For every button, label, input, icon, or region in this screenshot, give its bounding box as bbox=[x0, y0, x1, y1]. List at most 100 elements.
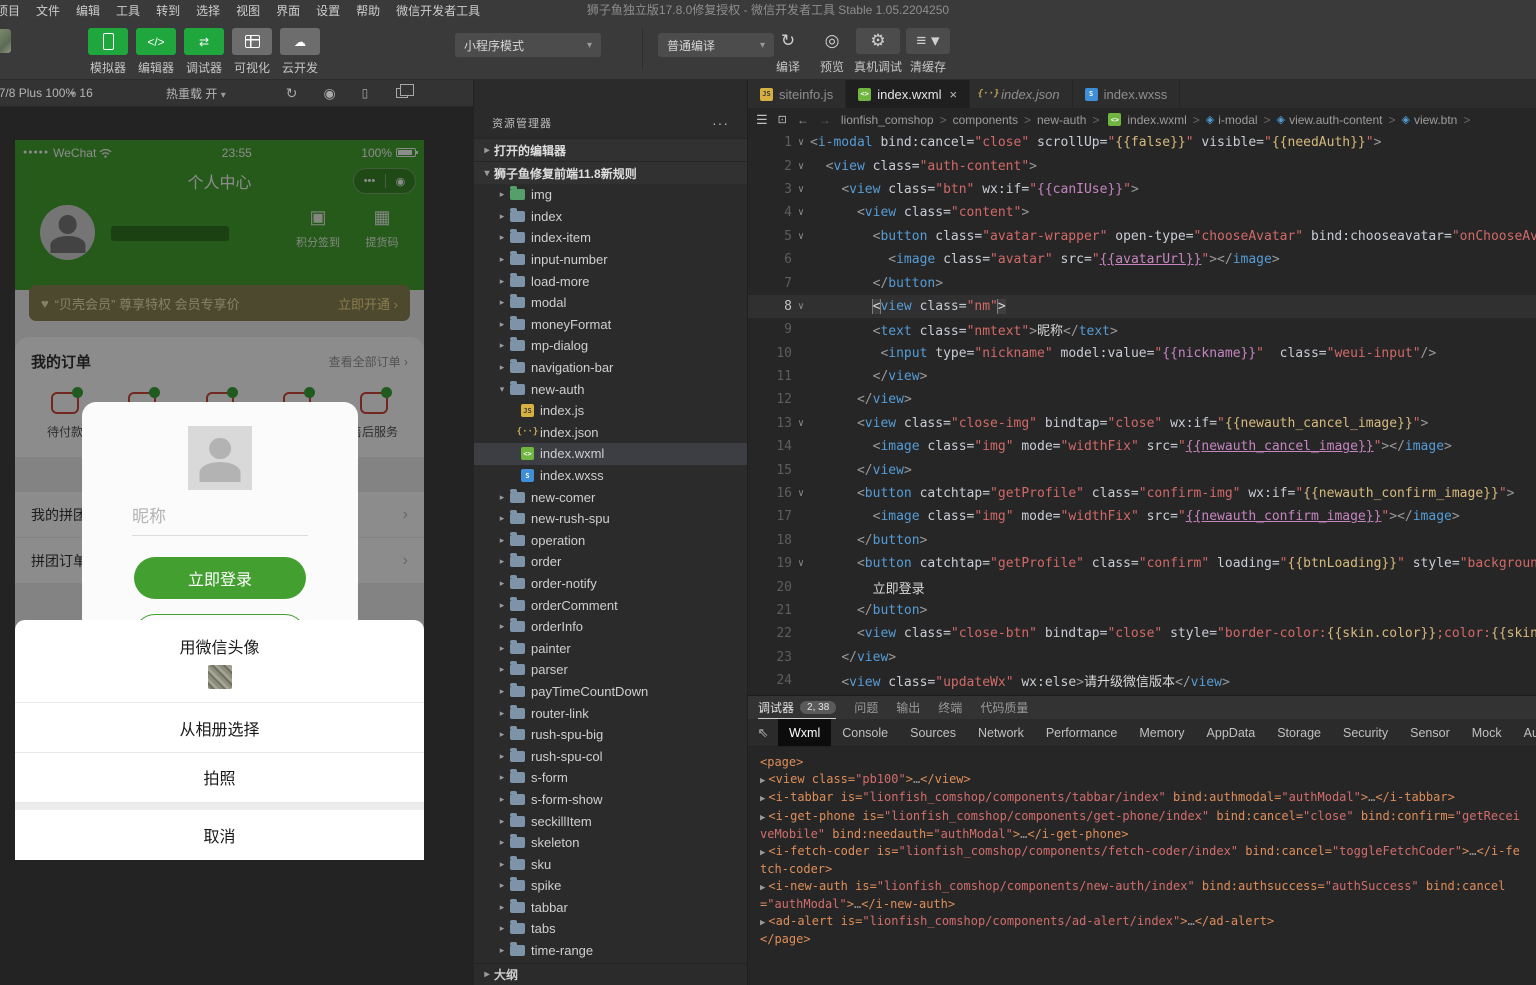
breadcrumb-item-components[interactable]: components bbox=[953, 113, 1018, 127]
forward-icon[interactable]: → bbox=[819, 113, 831, 127]
code-line-10[interactable]: 10 <input type="nickname" model:value="{… bbox=[748, 342, 1536, 365]
code-line-15[interactable]: 15 </view> bbox=[748, 458, 1536, 481]
device-frame-icon[interactable]: ▯ bbox=[362, 86, 369, 100]
tree-item-index.wxml[interactable]: <> index.wxml bbox=[474, 443, 747, 465]
code-line-7[interactable]: 7 </button> bbox=[748, 271, 1536, 294]
wxml-node[interactable]: ▶ <i-get-phone is="lionfish_comshop/compo… bbox=[760, 808, 1524, 843]
code-area[interactable]: 1 ∨ <i-modal bind:cancel="close" scrollUp=… bbox=[748, 131, 1536, 695]
tree-item-index-item[interactable]: ▸ index-item bbox=[474, 227, 747, 249]
tab-siteinfo.js[interactable]: JS siteinfo.js bbox=[748, 80, 847, 108]
code-line-22[interactable]: 22 <view class="close-btn" bindtap="clos… bbox=[748, 622, 1536, 645]
menu-item-转到[interactable]: 转到 bbox=[148, 2, 188, 19]
tab-index.json[interactable]: {··} index.json bbox=[970, 80, 1073, 108]
code-line-24[interactable]: 24 <view class="updateWx" wx:else>请升级微信版… bbox=[748, 669, 1536, 692]
wxml-node[interactable]: <page> bbox=[760, 754, 1524, 771]
devtools-tab-Mock[interactable]: Mock bbox=[1461, 719, 1513, 746]
code-line-8[interactable]: 8 ∨ <view class="nm"> bbox=[748, 294, 1536, 319]
sheet-item-拍照[interactable]: 拍照 bbox=[15, 753, 424, 803]
breadcrumb-item-index.wxml[interactable]: <> index.wxml bbox=[1105, 113, 1187, 127]
breadcrumb-item-i-modal[interactable]: ◈ i-modal bbox=[1206, 113, 1258, 127]
menu-item-视图[interactable]: 视图 bbox=[228, 2, 268, 19]
wxml-tree[interactable]: <page> ▶ <view class="pb100">…</view> ▶ <i-t… bbox=[748, 747, 1536, 961]
back-icon[interactable]: ← bbox=[797, 113, 809, 127]
avatar-placeholder[interactable] bbox=[188, 426, 252, 490]
fold-icon[interactable]: ∨ bbox=[792, 231, 810, 242]
tree-item-new-rush-spu[interactable]: ▸ new-rush-spu bbox=[474, 508, 747, 530]
tree-item-seckillItem[interactable]: ▸ seckillItem bbox=[474, 810, 747, 832]
wxml-node[interactable]: ▶ <i-tabbar is="lionfish_comshop/componen… bbox=[760, 789, 1524, 808]
menu-item-文件[interactable]: 文件 bbox=[28, 2, 68, 19]
tree-item-input-number[interactable]: ▸ input-number bbox=[474, 249, 747, 271]
menu-icon[interactable]: ☰ bbox=[756, 112, 768, 128]
explorer-menu-icon[interactable]: ··· bbox=[712, 115, 729, 131]
expand-arrow-icon[interactable]: ▶ bbox=[760, 794, 765, 804]
code-line-23[interactable]: 23 </view> bbox=[748, 646, 1536, 669]
code-line-3[interactable]: 3 ∨ <view class="btn" wx:if="{{canIUse}}"… bbox=[748, 178, 1536, 201]
fold-icon[interactable]: ∨ bbox=[792, 488, 810, 499]
mode-button-可视化[interactable]: 可视化 bbox=[229, 28, 275, 76]
code-line-1[interactable]: 1 ∨ <i-modal bind:cancel="close" scrollUp=… bbox=[748, 131, 1536, 154]
menu-item-设置[interactable]: 设置 bbox=[308, 2, 348, 19]
devtools-tab-Security[interactable]: Security bbox=[1332, 719, 1399, 746]
devtools-tab-Sensor[interactable]: Sensor bbox=[1399, 719, 1461, 746]
tree-item-img[interactable]: ▸ img bbox=[474, 184, 747, 206]
menu-item-项目[interactable]: 项目 bbox=[0, 2, 28, 19]
devtools-tab-Storage[interactable]: Storage bbox=[1266, 719, 1332, 746]
inspect-element-icon[interactable]: ⇖ bbox=[748, 725, 778, 741]
tree-item-index.wxss[interactable]: Sindex.wxss bbox=[474, 465, 747, 487]
code-line-2[interactable]: 2 ∨ <view class="auth-content"> bbox=[748, 154, 1536, 177]
tree-item-s-form-show[interactable]: ▸ s-form-show bbox=[474, 789, 747, 811]
devtools-tab-Network[interactable]: Network bbox=[967, 719, 1035, 746]
tree-item-spike[interactable]: ▸ spike bbox=[474, 875, 747, 897]
login-button[interactable]: 立即登录 bbox=[134, 557, 306, 599]
mode-button-模拟器[interactable]: 模拟器 bbox=[85, 28, 131, 76]
tree-item-index.json[interactable]: {··} index.json bbox=[474, 422, 747, 444]
devtools-tab-Audits[interactable]: Audits bbox=[1513, 719, 1536, 746]
tree-item-s-form[interactable]: ▸ s-form bbox=[474, 767, 747, 789]
wxml-node[interactable]: ▶ <ad-alert is="lionfish_comshop/componen… bbox=[760, 913, 1524, 932]
fold-icon[interactable]: ∨ bbox=[792, 184, 810, 195]
tree-item-order-notify[interactable]: ▸ order-notify bbox=[474, 573, 747, 595]
tab-index.wxss[interactable]: Sindex.wxss bbox=[1073, 80, 1181, 108]
tree-item-tabbar[interactable]: ▸ tabbar bbox=[474, 897, 747, 919]
code-line-13[interactable]: 13 ∨ <view class="close-img" bindtap="clo… bbox=[748, 412, 1536, 435]
panel-tab-问题[interactable]: 问题 bbox=[854, 696, 878, 719]
menu-item-工具[interactable]: 工具 bbox=[108, 2, 148, 19]
tree-item-mp-dialog[interactable]: ▸ mp-dialog bbox=[474, 335, 747, 357]
fold-icon[interactable]: ∨ bbox=[792, 418, 810, 429]
hot-reload-toggle[interactable]: 热重载 开 ▾ bbox=[166, 85, 226, 102]
action-预览[interactable]: ◎ 预览 bbox=[806, 28, 858, 75]
tree-item-new-comer[interactable]: ▸ new-comer bbox=[474, 486, 747, 508]
tree-item-modal[interactable]: ▸ modal bbox=[474, 292, 747, 314]
outline-section[interactable]: ▸ 大纲 bbox=[474, 963, 747, 985]
devtools-tab-Wxml[interactable]: Wxml bbox=[778, 719, 832, 746]
detach-window-icon[interactable] bbox=[396, 84, 415, 98]
tree-item-index.js[interactable]: JS index.js bbox=[474, 400, 747, 422]
menu-item-编辑[interactable]: 编辑 bbox=[68, 2, 108, 19]
sheet-item-从相册选择[interactable]: 从相册选择 bbox=[15, 703, 424, 753]
tree-item-load-more[interactable]: ▸ load-more bbox=[474, 270, 747, 292]
code-line-4[interactable]: 4 ∨ <view class="content"> bbox=[748, 201, 1536, 224]
wxml-node[interactable]: ▶ <i-fetch-coder is="lionfish_comshop/com… bbox=[760, 843, 1524, 878]
tree-item-rush-spu-big[interactable]: ▸ rush-spu-big bbox=[474, 724, 747, 746]
code-line-14[interactable]: 14 <image class="img" mode="widthFix" sr… bbox=[748, 435, 1536, 458]
tree-item-orderComment[interactable]: ▸ orderComment bbox=[474, 594, 747, 616]
tree-item-rush-spu-col[interactable]: ▸ rush-spu-col bbox=[474, 745, 747, 767]
code-line-21[interactable]: 21 </button> bbox=[748, 599, 1536, 622]
tab-index.wxml[interactable]: <> index.wxml × bbox=[846, 80, 971, 108]
tree-item-router-link[interactable]: ▸ router-link bbox=[474, 702, 747, 724]
close-icon[interactable]: × bbox=[950, 87, 958, 102]
mode-button-编辑器[interactable]: </> 编辑器 bbox=[133, 28, 179, 76]
tree-item-operation[interactable]: ▸ operation bbox=[474, 530, 747, 552]
tree-item-sku[interactable]: ▸ sku bbox=[474, 853, 747, 875]
tree-item-tabs[interactable]: ▸ tabs bbox=[474, 918, 747, 940]
fold-icon[interactable]: ∨ bbox=[792, 301, 810, 312]
breadcrumb-item-lionfish_comshop[interactable]: lionfish_comshop bbox=[841, 113, 934, 127]
expand-arrow-icon[interactable]: ▶ bbox=[760, 883, 765, 893]
nickname-input[interactable]: 昵称 bbox=[132, 502, 308, 536]
breadcrumb-item-view.btn[interactable]: ◈ view.btn bbox=[1402, 113, 1458, 127]
fold-icon[interactable]: ∨ bbox=[792, 161, 810, 172]
code-line-20[interactable]: 20 立即登录 bbox=[748, 575, 1536, 598]
tree-item-index[interactable]: ▸ index bbox=[474, 206, 747, 228]
code-line-17[interactable]: 17 <image class="img" mode="widthFix" sr… bbox=[748, 505, 1536, 528]
